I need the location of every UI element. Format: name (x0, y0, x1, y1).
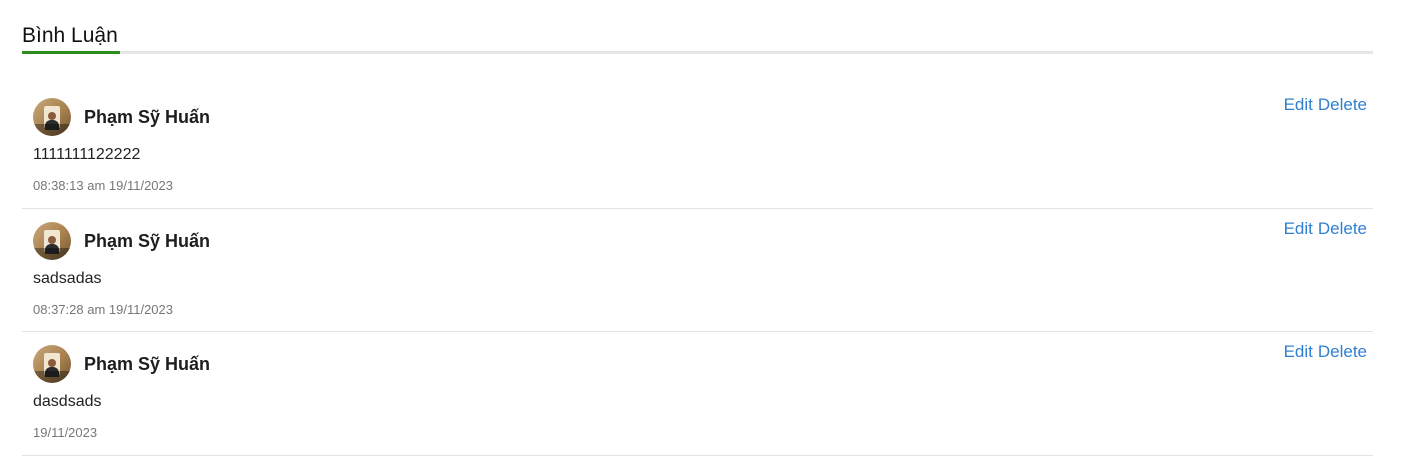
comments-section: Bình Luận Phạm Sỹ Huấn 1111111122222 08:… (22, 0, 1373, 456)
comment-text: 1111111122222 (33, 146, 141, 163)
delete-link[interactable]: Delete (1318, 95, 1367, 114)
comment-author: Phạm Sỹ Huấn (84, 106, 211, 127)
edit-link[interactable]: Edit (1284, 342, 1313, 361)
comment-item: Phạm Sỹ Huấn sadsadas 08:37:28 am 19/11/… (22, 209, 1373, 332)
comment-text: sadsadas (33, 270, 102, 287)
comment-header: Phạm Sỹ Huấn (33, 222, 210, 260)
delete-link[interactable]: Delete (1318, 219, 1367, 238)
comment-header: Phạm Sỹ Huấn (33, 98, 210, 136)
comment-text: dasdsads (33, 393, 102, 410)
edit-link[interactable]: Edit (1284, 95, 1313, 114)
avatar (33, 222, 71, 260)
section-title: Bình Luận (22, 24, 118, 47)
comment-actions: Edit Delete (1284, 342, 1367, 362)
edit-link[interactable]: Edit (1284, 219, 1313, 238)
comments-header: Bình Luận (22, 0, 1373, 54)
comment-header: Phạm Sỹ Huấn (33, 345, 210, 383)
comment-item: Phạm Sỹ Huấn 1111111122222 08:38:13 am 1… (22, 54, 1373, 209)
comment-timestamp: 19/11/2023 (33, 425, 98, 440)
comment-actions: Edit Delete (1284, 219, 1367, 239)
comment-author: Phạm Sỹ Huấn (84, 353, 211, 374)
comment-list: Phạm Sỹ Huấn 1111111122222 08:38:13 am 1… (22, 54, 1373, 456)
comment-author: Phạm Sỹ Huấn (84, 230, 211, 251)
comment-timestamp: 08:37:28 am 19/11/2023 (33, 302, 173, 317)
avatar (33, 98, 71, 136)
delete-link[interactable]: Delete (1318, 342, 1367, 361)
comment-timestamp: 08:38:13 am 19/11/2023 (33, 178, 173, 193)
comment-actions: Edit Delete (1284, 95, 1367, 115)
avatar (33, 345, 71, 383)
comment-item: Phạm Sỹ Huấn dasdsads 19/11/2023 Edit Del… (22, 332, 1373, 456)
